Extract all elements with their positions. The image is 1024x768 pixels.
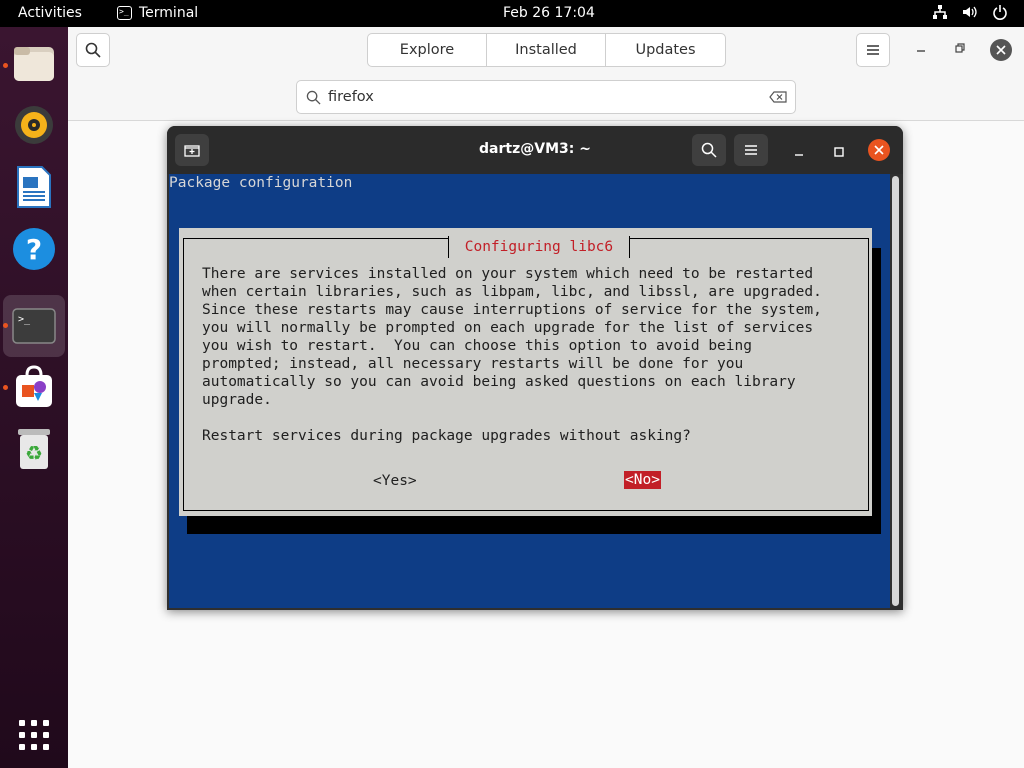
- terminal-window: dartz@VM3: ~ Package configuration Confi…: [167, 126, 903, 610]
- dialog-title: Configuring libc6: [448, 236, 630, 258]
- running-indicator: [3, 323, 8, 328]
- terminal-content[interactable]: Package configuration Configuring libc6 …: [169, 174, 890, 608]
- svg-text:>_: >_: [18, 314, 31, 325]
- yes-button[interactable]: <Yes>: [373, 473, 417, 489]
- no-button[interactable]: <No>: [624, 471, 661, 489]
- app-name: Terminal: [139, 5, 199, 21]
- dialog-text-line: prompted; instead, all necessary restart…: [202, 356, 744, 372]
- terminal-small-icon: >_: [117, 6, 132, 20]
- search-icon: [701, 142, 717, 158]
- dialog-question: Restart services during package upgrades…: [202, 428, 691, 444]
- search-value: firefox: [328, 89, 374, 105]
- terminal-search-button[interactable]: [692, 134, 726, 166]
- dock: ? >_ ♻: [0, 27, 68, 768]
- software-icon[interactable]: [10, 363, 58, 411]
- rhythmbox-icon[interactable]: [10, 101, 58, 149]
- minimize-icon: [917, 50, 925, 52]
- svg-text:♻: ♻: [25, 441, 43, 465]
- app-menu[interactable]: >_ Terminal: [117, 5, 198, 21]
- clear-search-icon[interactable]: [769, 91, 787, 103]
- dialog-text-line: upgrade.: [202, 392, 272, 408]
- terminal-close-button[interactable]: [868, 139, 890, 161]
- writer-icon[interactable]: [10, 163, 58, 211]
- terminal-scrollbar[interactable]: [892, 176, 899, 606]
- restore-icon: [955, 43, 965, 53]
- top-bar: Activities >_ Terminal Feb 26 17:04: [0, 0, 1024, 27]
- dialog-text-line: Since these restarts may cause interrupt…: [202, 302, 822, 318]
- terminal-icon[interactable]: >_: [10, 302, 58, 350]
- search-icon: [85, 42, 101, 58]
- running-indicator: [3, 385, 8, 390]
- close-icon: [874, 145, 884, 155]
- clock[interactable]: Feb 26 17:04: [503, 5, 595, 21]
- tab-explore[interactable]: Explore: [368, 34, 487, 66]
- minimize-button[interactable]: [916, 41, 926, 57]
- svg-text:?: ?: [26, 233, 42, 266]
- terminal-minimize-button[interactable]: [787, 140, 811, 164]
- dialog-text-line: you wish to restart. You can choose this…: [202, 338, 752, 354]
- dialog-text-line: you will normally be prompted on each up…: [202, 320, 814, 336]
- tab-updates[interactable]: Updates: [606, 34, 725, 66]
- close-icon: [996, 45, 1006, 55]
- terminal-menu-button[interactable]: [734, 134, 768, 166]
- search-input[interactable]: firefox: [296, 80, 796, 114]
- system-tray[interactable]: [932, 4, 1008, 20]
- dialog-text-line: when certain libraries, such as libpam, …: [202, 284, 822, 300]
- dialog-border: Configuring libc6 There are services ins…: [183, 236, 869, 511]
- minimize-icon: [795, 154, 803, 156]
- activities-button[interactable]: Activities: [18, 5, 82, 21]
- hamburger-icon: [867, 45, 879, 55]
- running-indicator: [3, 63, 8, 68]
- dialog-text-line: automatically so you can avoid being ask…: [202, 374, 796, 390]
- files-icon[interactable]: [10, 39, 58, 87]
- hamburger-icon: [745, 145, 757, 155]
- search-toggle-button[interactable]: [76, 33, 110, 67]
- terminal-headerbar: dartz@VM3: ~: [167, 126, 903, 174]
- trash-icon[interactable]: ♻: [10, 425, 58, 473]
- close-button[interactable]: [990, 39, 1012, 61]
- power-icon: [992, 4, 1008, 20]
- view-tabs: Explore Installed Updates: [367, 33, 726, 67]
- tab-installed[interactable]: Installed: [487, 34, 606, 66]
- terminal-maximize-button[interactable]: [827, 140, 851, 164]
- package-config-header: Package configuration: [169, 175, 353, 191]
- dialog-text-line: There are services installed on your sys…: [202, 266, 814, 282]
- maximize-icon: [834, 147, 844, 157]
- software-center-header: Explore Installed Updates firefox: [68, 27, 1024, 121]
- help-icon[interactable]: ?: [10, 225, 58, 273]
- app-grid-icon[interactable]: [10, 711, 58, 759]
- debconf-dialog: Configuring libc6 There are services ins…: [179, 228, 872, 516]
- search-icon: [306, 90, 321, 105]
- volume-icon: [962, 4, 978, 20]
- menu-button[interactable]: [856, 33, 890, 67]
- network-icon: [932, 4, 948, 20]
- restore-button[interactable]: [955, 41, 965, 57]
